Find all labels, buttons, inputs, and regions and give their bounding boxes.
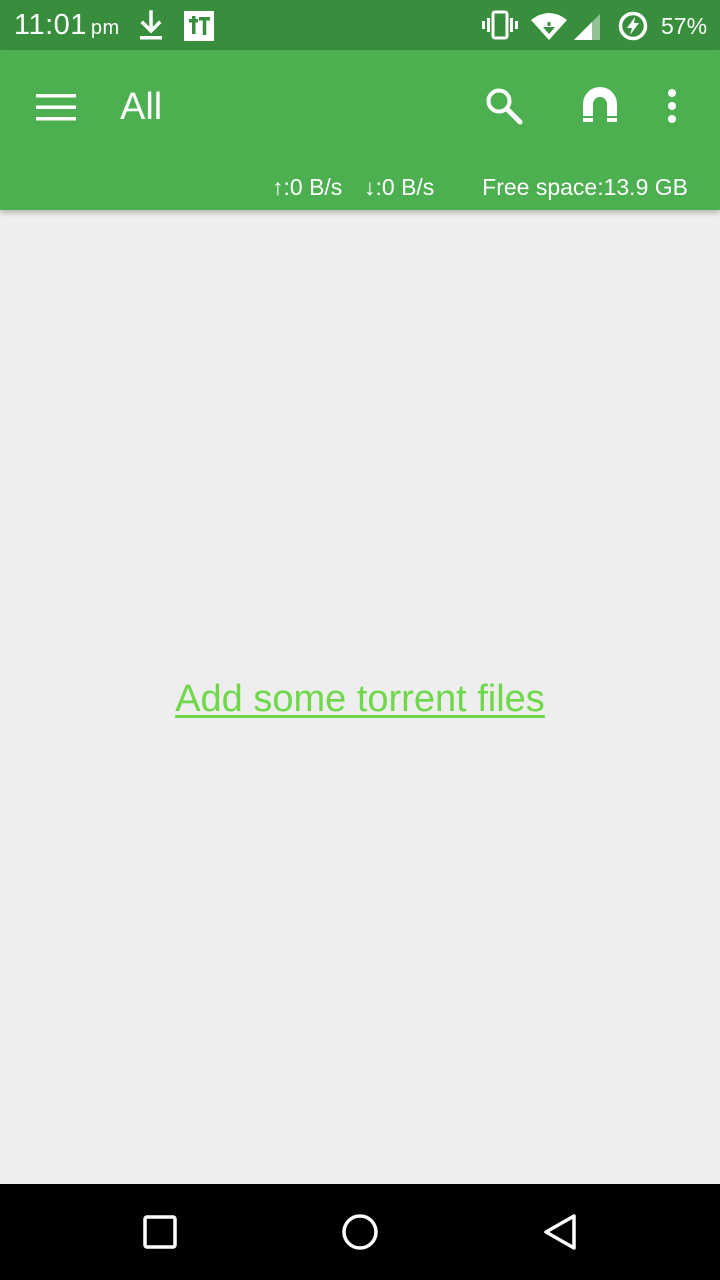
recents-button[interactable] xyxy=(142,1214,178,1250)
download-speed: ↓:0 B/s xyxy=(364,174,435,200)
download-icon xyxy=(140,10,162,40)
navigation-bar xyxy=(0,1184,720,1280)
tt-app-icon xyxy=(184,11,214,41)
menu-icon[interactable] xyxy=(36,94,76,122)
battery-percentage: 57% xyxy=(661,13,708,39)
magnet-icon[interactable] xyxy=(580,86,620,126)
search-icon[interactable] xyxy=(484,86,524,126)
status-time-value: 11:01 xyxy=(14,9,87,41)
add-torrent-link[interactable]: Add some torrent files xyxy=(0,676,720,722)
upload-speed: ↑:0 B/s xyxy=(272,174,343,200)
wifi-icon xyxy=(531,13,567,40)
battery-saver-icon xyxy=(618,11,648,41)
back-button[interactable] xyxy=(540,1212,580,1252)
vibrate-icon xyxy=(482,10,518,40)
status-bar: 11:01 pm 57% xyxy=(0,0,720,50)
app-bar: All ↑:0 B/s ↓:0 B/s Free space:13.9 GB xyxy=(0,50,720,210)
free-space: Free space:13.9 GB xyxy=(482,174,688,200)
status-time: 11:01 pm xyxy=(14,9,120,44)
more-vert-icon[interactable] xyxy=(664,88,680,126)
speed-row: ↑:0 B/s ↓:0 B/s Free space:13.9 GB xyxy=(0,170,720,204)
cell-signal-icon xyxy=(574,14,600,40)
home-button[interactable] xyxy=(340,1212,380,1252)
page-title: All xyxy=(120,86,163,128)
status-time-ampm: pm xyxy=(90,17,120,39)
